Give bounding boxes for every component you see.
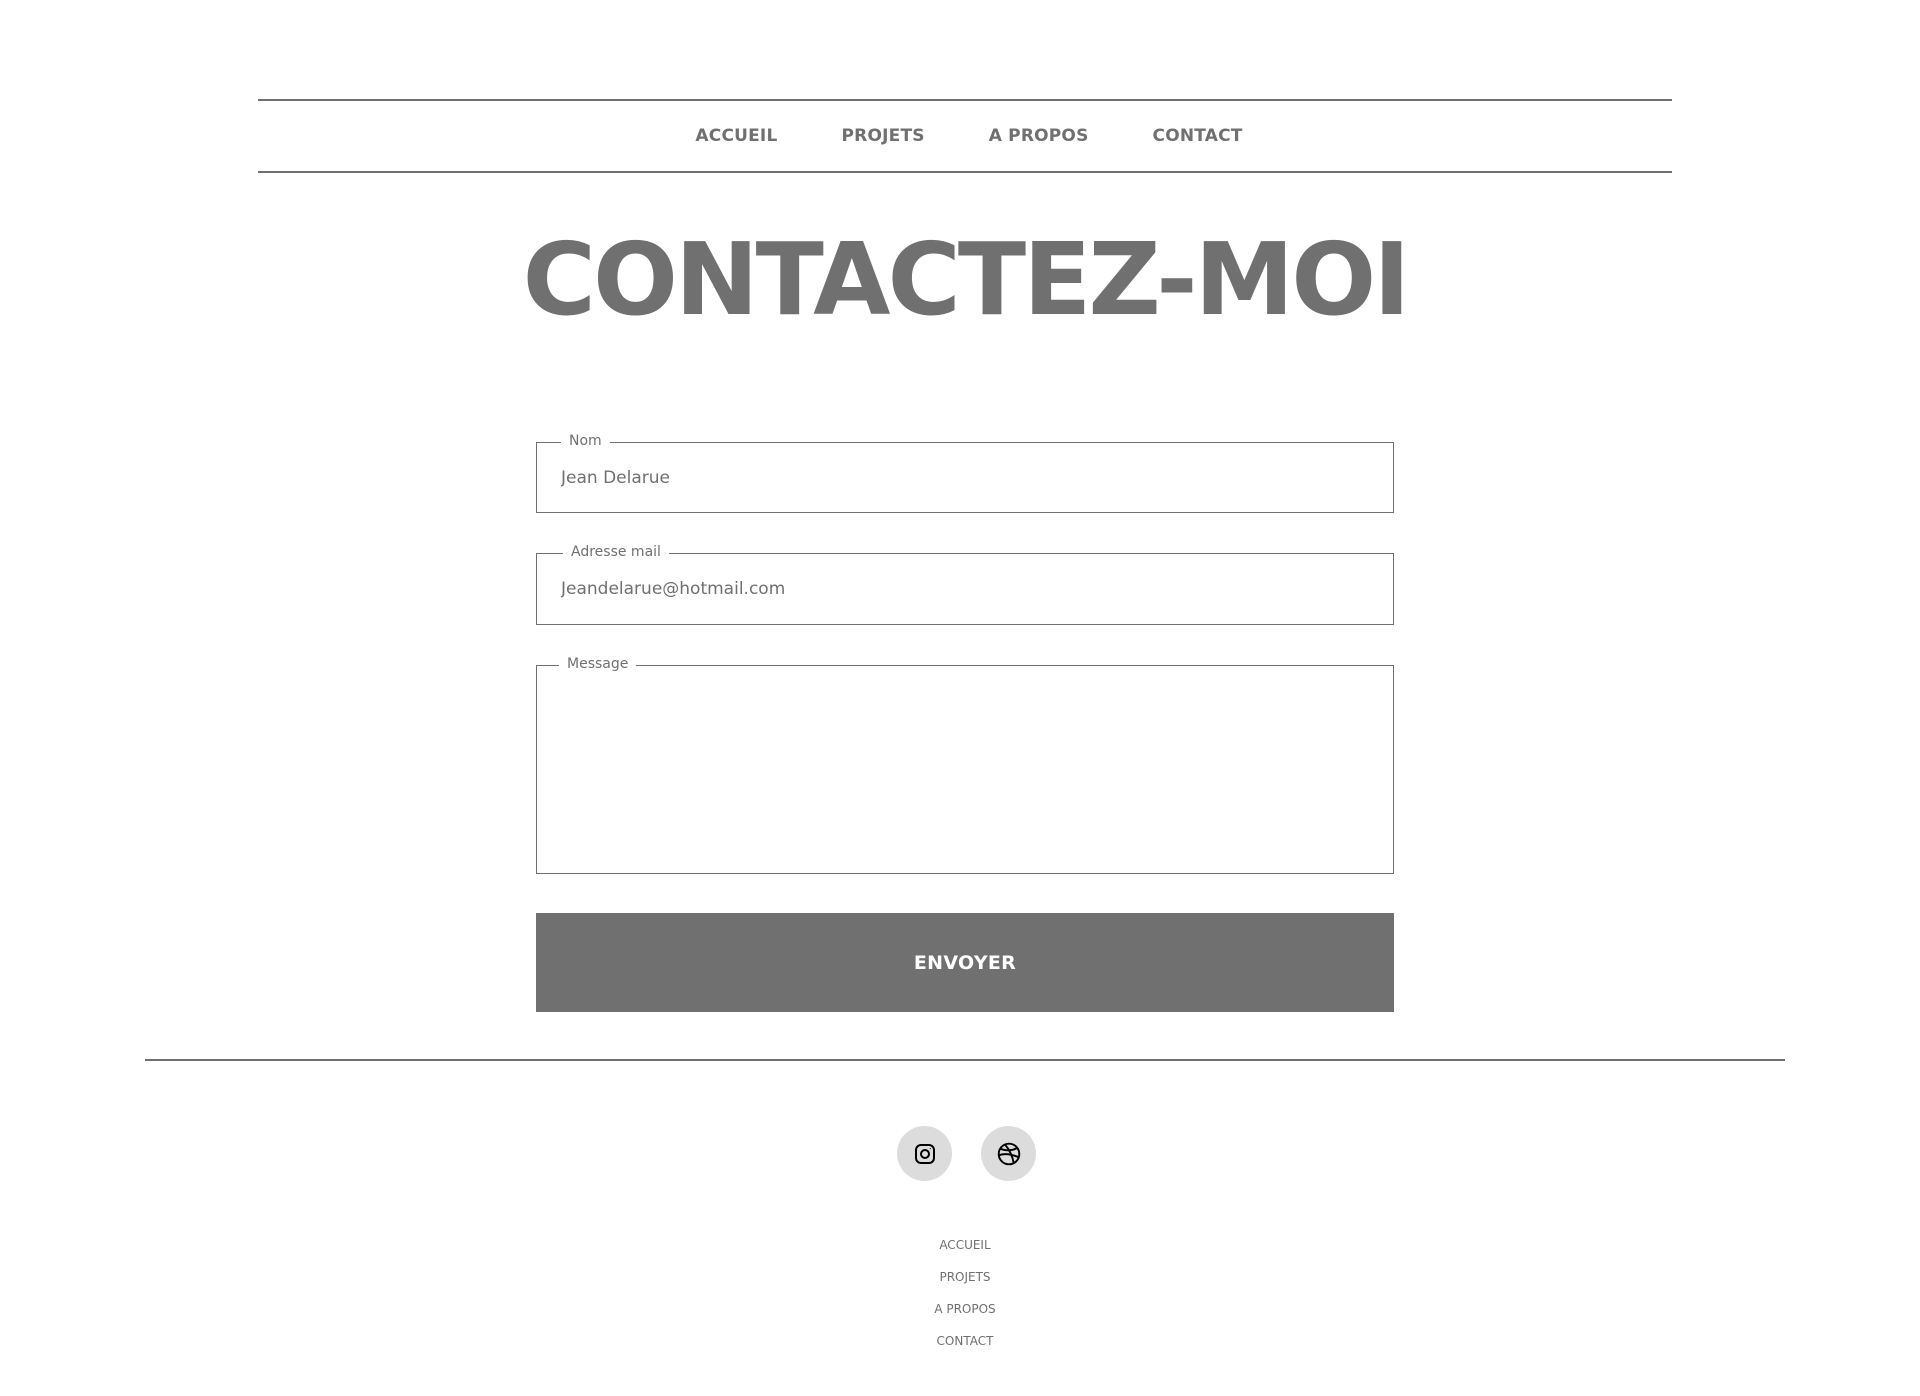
nav-link-accueil[interactable]: ACCUEIL [695,126,777,146]
page-title: CONTACTEZ-MOI [522,221,1411,338]
nav-link-a-propos[interactable]: A PROPOS [989,126,1089,146]
social-links [897,1126,1036,1181]
footer-link-accueil[interactable]: ACCUEIL [939,1238,990,1252]
footer-nav: ACCUEIL PROJETS A PROPOS CONTACT [0,1232,1920,1360]
nav-list: ACCUEIL PROJETS A PROPOS CONTACT [687,126,1242,146]
footer-link-projets[interactable]: PROJETS [939,1270,990,1284]
footer-link-contact[interactable]: CONTACT [937,1334,994,1348]
message-textarea[interactable] [537,666,1393,873]
name-field-label: Nom [561,431,610,451]
submit-button[interactable]: ENVOYER [536,913,1394,1012]
email-input[interactable] [537,554,1393,624]
footer-item-contact: CONTACT [0,1328,1920,1360]
nav-item-a-propos: A PROPOS [989,126,1089,146]
nav-item-projets: PROJETS [842,126,925,146]
footer-item-a-propos: A PROPOS [0,1296,1920,1328]
footer-divider [145,1059,1785,1061]
name-field: Nom [536,431,1394,513]
nav-link-projets[interactable]: PROJETS [842,126,925,146]
nav-item-accueil: ACCUEIL [695,126,777,146]
top-navigation: ACCUEIL PROJETS A PROPOS CONTACT [258,99,1672,173]
footer-item-accueil: ACCUEIL [0,1232,1920,1264]
instagram-icon [914,1143,935,1164]
message-field-label: Message [559,654,637,674]
instagram-button[interactable] [897,1126,952,1181]
email-field: Adresse mail [536,542,1394,625]
footer-link-a-propos[interactable]: A PROPOS [934,1302,995,1316]
message-field: Message [536,654,1394,874]
dribbble-button[interactable] [981,1126,1036,1181]
email-field-label: Adresse mail [563,542,669,562]
dribbble-icon [997,1142,1020,1165]
nav-link-contact[interactable]: CONTACT [1153,126,1243,146]
footer-item-projets: PROJETS [0,1264,1920,1296]
name-input[interactable] [537,443,1393,512]
nav-item-contact: CONTACT [1153,126,1243,146]
